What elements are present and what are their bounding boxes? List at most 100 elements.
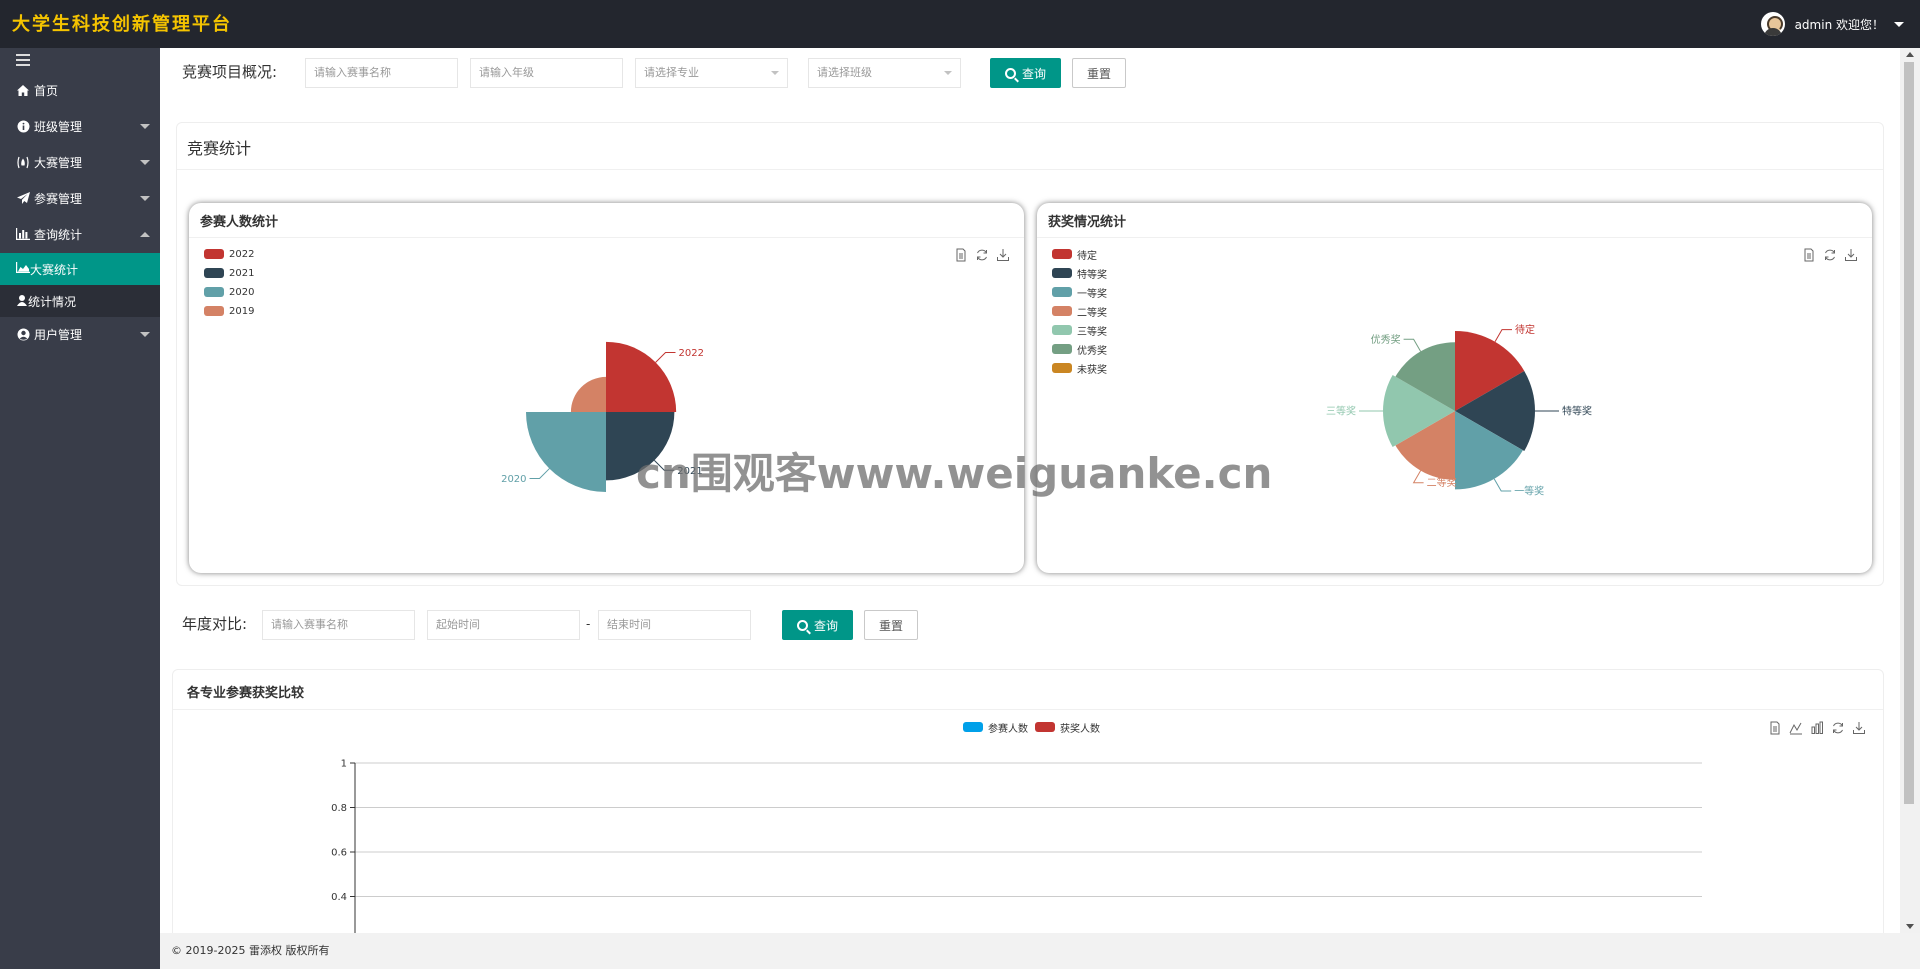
participants-chart-title: 参赛人数统计 xyxy=(200,215,279,230)
pie-slice-特等奖[interactable] xyxy=(1455,371,1535,451)
legend-swatch xyxy=(1052,344,1072,354)
pie-label-三等奖: 三等奖 xyxy=(1326,405,1356,418)
sidebar-item-label: 大赛统计 xyxy=(30,262,79,277)
participants-chart-card: 参赛人数统计 2022 2021 2020 2019 2022 2021 2020 xyxy=(189,203,1024,573)
legend-label: 三等奖 xyxy=(1077,326,1107,338)
search-icon xyxy=(796,619,808,631)
sidebar-item-user-management[interactable]: 用户管理 xyxy=(0,318,160,350)
sidebar-item-participation-management[interactable]: 参赛管理 xyxy=(0,182,160,214)
bar-chart-switch-icon[interactable] xyxy=(1810,721,1824,735)
scroll-down-arrow-icon[interactable] xyxy=(1906,924,1914,929)
legend-label: 获奖人数 xyxy=(1060,723,1100,735)
sidebar-item-contest-management[interactable]: 大赛管理 xyxy=(0,146,160,178)
legend-item-2019[interactable]: 2019 xyxy=(204,305,254,317)
chevron-up-icon xyxy=(140,232,150,237)
user-avatar[interactable] xyxy=(1760,12,1785,36)
bank-icon xyxy=(16,294,28,309)
scroll-up-arrow-icon[interactable] xyxy=(1906,52,1914,57)
download-icon[interactable] xyxy=(1852,721,1866,735)
chart-toolbox xyxy=(1802,248,1858,262)
sidebar-item-home[interactable]: 首页 xyxy=(0,74,160,106)
sidebar-item-query-statistics[interactable]: 查询统计 xyxy=(0,218,160,250)
legend-label: 参赛人数 xyxy=(988,723,1028,735)
label-leader-line xyxy=(529,468,550,479)
legend-item-6[interactable]: 未获奖 xyxy=(1052,362,1107,376)
pie-slice-三等奖[interactable] xyxy=(1383,375,1455,447)
legend-label: 待定 xyxy=(1077,250,1097,262)
pie-slice-2020[interactable] xyxy=(526,412,606,492)
start-date-input[interactable]: 起始时间 xyxy=(427,610,580,640)
search-button-label: 查询 xyxy=(813,618,838,633)
grade-input[interactable]: 请输入年级 xyxy=(470,58,623,88)
yearly-reset-button[interactable]: 重置 xyxy=(864,610,918,640)
class-select[interactable]: 请选择班级 xyxy=(808,58,961,88)
yearly-search-button[interactable]: 查询 xyxy=(782,610,853,640)
legend-swatch xyxy=(204,287,224,297)
label-leader-line xyxy=(1403,338,1422,352)
user-welcome-label[interactable]: admin 欢迎您！ xyxy=(1795,16,1884,33)
legend-swatch xyxy=(204,306,224,316)
overview-reset-button[interactable]: 重置 xyxy=(1072,58,1126,88)
refresh-icon[interactable] xyxy=(1823,248,1837,262)
refresh-icon[interactable] xyxy=(975,248,989,262)
refresh-icon[interactable] xyxy=(1831,721,1845,735)
page-scrollbar[interactable] xyxy=(1900,48,1920,933)
pie-label-特等奖: 特等奖 xyxy=(1562,405,1592,418)
scrollbar-thumb[interactable] xyxy=(1904,62,1914,804)
download-icon[interactable] xyxy=(1844,248,1858,262)
legend-item-1[interactable]: 特等奖 xyxy=(1052,267,1107,281)
sidebar-item-label: 参赛管理 xyxy=(34,191,83,206)
major-select[interactable]: 请选择专业 xyxy=(635,58,788,88)
home-icon xyxy=(16,83,30,97)
sidebar-item-contest-statistics[interactable]: 大赛统计 xyxy=(0,253,160,285)
chevron-down-icon xyxy=(140,124,150,129)
chevron-down-icon xyxy=(944,71,952,75)
app-logo[interactable]: 大学生科技创新管理平台 xyxy=(12,10,232,36)
legend-item-5[interactable]: 优秀奖 xyxy=(1052,343,1107,357)
line-chart-switch-icon[interactable] xyxy=(1789,721,1803,735)
legend-swatch xyxy=(1052,287,1072,297)
contest-name-input[interactable]: 请输入赛事名称 xyxy=(305,58,458,88)
pie-slice-2022[interactable] xyxy=(606,341,677,412)
legend-item-2022[interactable]: 2022 xyxy=(204,248,254,260)
pie-label-2022: 2022 xyxy=(679,348,704,359)
yearly-contest-name-input[interactable]: 请输入赛事名称 xyxy=(262,610,415,640)
data-view-icon[interactable] xyxy=(1768,721,1782,735)
pie-slice-二等奖[interactable] xyxy=(1395,411,1455,480)
legend-item-2[interactable]: 一等奖 xyxy=(1052,286,1107,300)
legend-item-participants[interactable]: 参赛人数 xyxy=(963,721,1028,735)
data-view-icon[interactable] xyxy=(1802,248,1816,262)
legend-item-0[interactable]: 待定 xyxy=(1052,248,1097,262)
sidebar-item-label: 查询统计 xyxy=(34,227,83,242)
pie-slice-2019[interactable] xyxy=(570,376,606,412)
legend-item-4[interactable]: 三等奖 xyxy=(1052,324,1107,338)
overview-search-button[interactable]: 查询 xyxy=(990,58,1061,88)
end-date-input[interactable]: 结束时间 xyxy=(598,610,751,640)
label-leader-line xyxy=(655,351,676,363)
legend-item-3[interactable]: 二等奖 xyxy=(1052,305,1107,319)
legend-label: 2022 xyxy=(229,248,255,260)
download-icon[interactable] xyxy=(996,248,1010,262)
pie-label-2020: 2020 xyxy=(501,474,526,485)
chevron-down-icon[interactable] xyxy=(1894,21,1904,27)
sidebar-item-class-management[interactable]: 班级管理 xyxy=(0,110,160,142)
date-range-separator: - xyxy=(586,617,591,631)
hamburger-menu-icon[interactable] xyxy=(16,54,30,66)
pie-slice-一等奖[interactable] xyxy=(1455,411,1523,490)
sidebar-item-statistics-overview[interactable]: 统计情况 xyxy=(0,285,160,317)
yearly-filter-label: 年度对比: xyxy=(182,615,248,633)
top-header: 大学生科技创新管理平台 admin 欢迎您！ xyxy=(0,0,1920,48)
sidebar: 首页 班级管理 大赛管理 参赛管理 查询统计 大赛统计 统计情况 用户管理 xyxy=(0,48,160,969)
pie-slice-优秀奖[interactable] xyxy=(1395,342,1455,411)
legend-item-winners[interactable]: 获奖人数 xyxy=(1035,721,1100,735)
card-divider xyxy=(1037,237,1872,238)
user-menu[interactable]: admin 欢迎您！ xyxy=(1760,12,1904,36)
legend-label: 2021 xyxy=(229,267,255,279)
data-view-icon[interactable] xyxy=(954,248,968,262)
legend-item-2020[interactable]: 2020 xyxy=(204,286,254,298)
pie-slice-待定[interactable] xyxy=(1455,331,1525,411)
legend-item-2021[interactable]: 2021 xyxy=(204,267,254,279)
awards-pie-chart: 待定特等奖一等奖 二等奖 三等奖 优秀奖 xyxy=(1326,323,1592,497)
pie-label-待定: 待定 xyxy=(1515,323,1535,336)
legend-label: 2019 xyxy=(229,305,255,317)
